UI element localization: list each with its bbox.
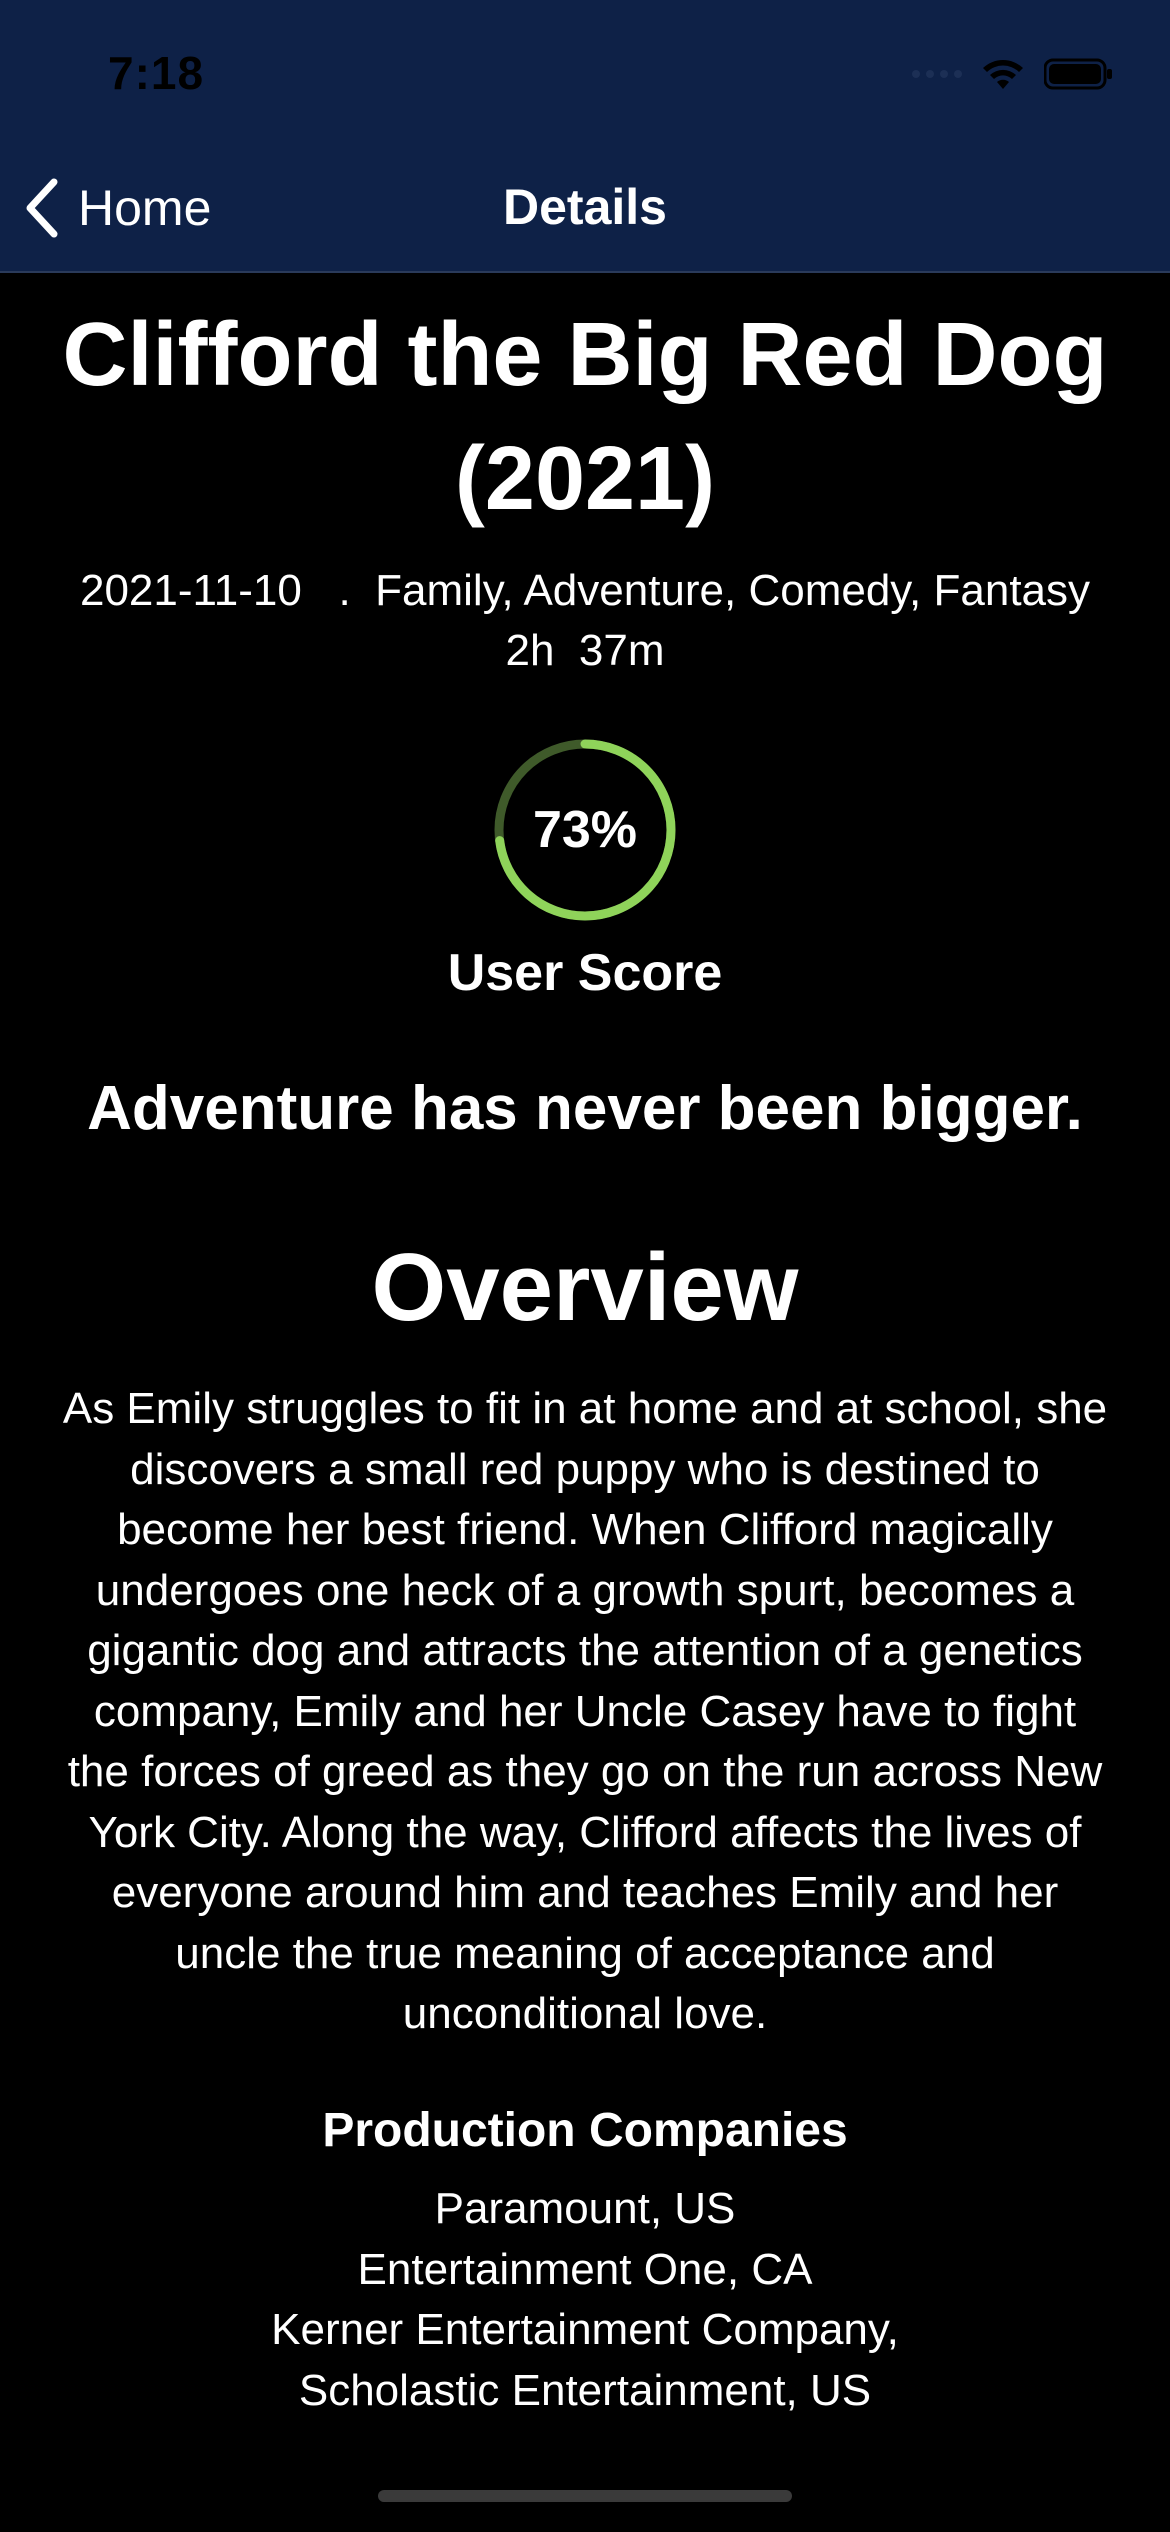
nav-divider	[0, 271, 1170, 273]
runtime: 2h 37m	[505, 626, 665, 675]
production-companies-list: Paramount, US Entertainment One, CA Kern…	[271, 2184, 899, 2415]
release-and-genres: 2021-11-10 . Family, Adventure, Comedy, …	[79, 566, 1091, 615]
wifi-icon	[983, 60, 1023, 89]
top-bar: 7:18 Home Details	[0, 0, 1170, 272]
nav-title: Details	[503, 179, 667, 235]
home-indicator	[378, 2490, 792, 2502]
movie-title: Clifford the Big Red Dog (2021)	[62, 305, 1108, 529]
overview-heading: Overview	[371, 1234, 799, 1341]
overview-text: As Emily struggles to fit in at home and…	[62, 1384, 1108, 2038]
status-bar: 7:18	[0, 0, 1170, 150]
production-companies-heading: Production Companies	[322, 2104, 848, 2157]
status-time: 7:18	[108, 47, 205, 99]
status-icons	[912, 54, 1114, 94]
tagline: Adventure has never been bigger.	[87, 1074, 1083, 1143]
navigation-bar: Home Details	[0, 150, 1170, 272]
battery-icon	[1044, 58, 1112, 90]
user-score-label: User Score	[447, 944, 723, 1002]
user-score-value: 73%	[532, 801, 638, 859]
cellular-signal-icon	[912, 70, 962, 78]
